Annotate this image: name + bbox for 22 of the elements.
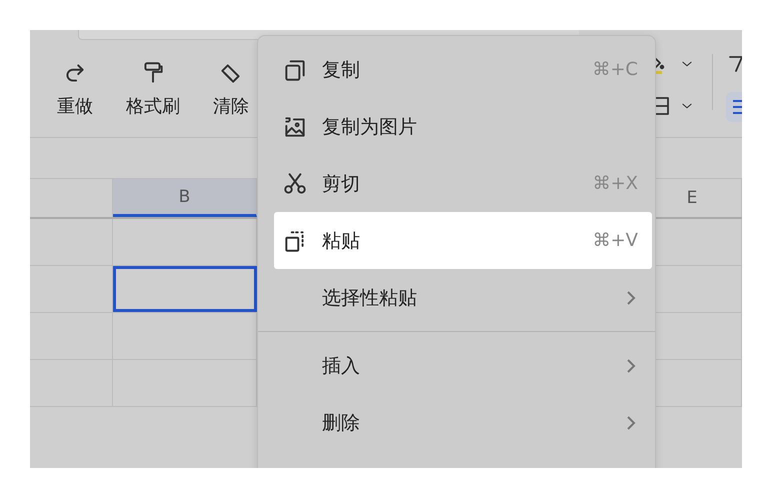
toolbar-button[interactable]: 格式刷 xyxy=(114,60,192,118)
menu-item[interactable]: 删除 xyxy=(274,394,652,451)
menu-item-label: 粘贴 xyxy=(322,228,361,254)
menu-item[interactable]: 粘贴 ⌘+V xyxy=(274,212,652,269)
menu-item[interactable]: 复制为图片 xyxy=(274,98,652,155)
menu-item-label: 插入 xyxy=(322,354,361,378)
toolbar-button[interactable]: 清除 xyxy=(192,60,270,118)
menu-item-label: 选择性粘贴 xyxy=(322,286,418,310)
menu-item-label: 删除 xyxy=(322,410,361,436)
menu-item[interactable]: 复制 ⌘+C xyxy=(274,41,652,98)
toolbar-button[interactable]: 重做 xyxy=(36,60,114,118)
menu-item[interactable]: 选择性粘贴 xyxy=(274,269,652,326)
menu-item-label: 剪切 xyxy=(322,172,361,196)
table-cell[interactable] xyxy=(113,266,257,312)
shortcut-label: ⌘+X xyxy=(592,173,638,194)
shortcut-label: ⌘+V xyxy=(592,230,638,251)
shortcut-label: ⌘+C xyxy=(592,59,638,80)
column-header[interactable]: B xyxy=(113,179,257,217)
menu-item-label: 复制为图片 xyxy=(322,114,418,140)
menu-item[interactable]: 插入 xyxy=(274,337,652,394)
scissors-icon xyxy=(282,170,308,196)
menu-item-label: 复制 xyxy=(322,58,361,82)
